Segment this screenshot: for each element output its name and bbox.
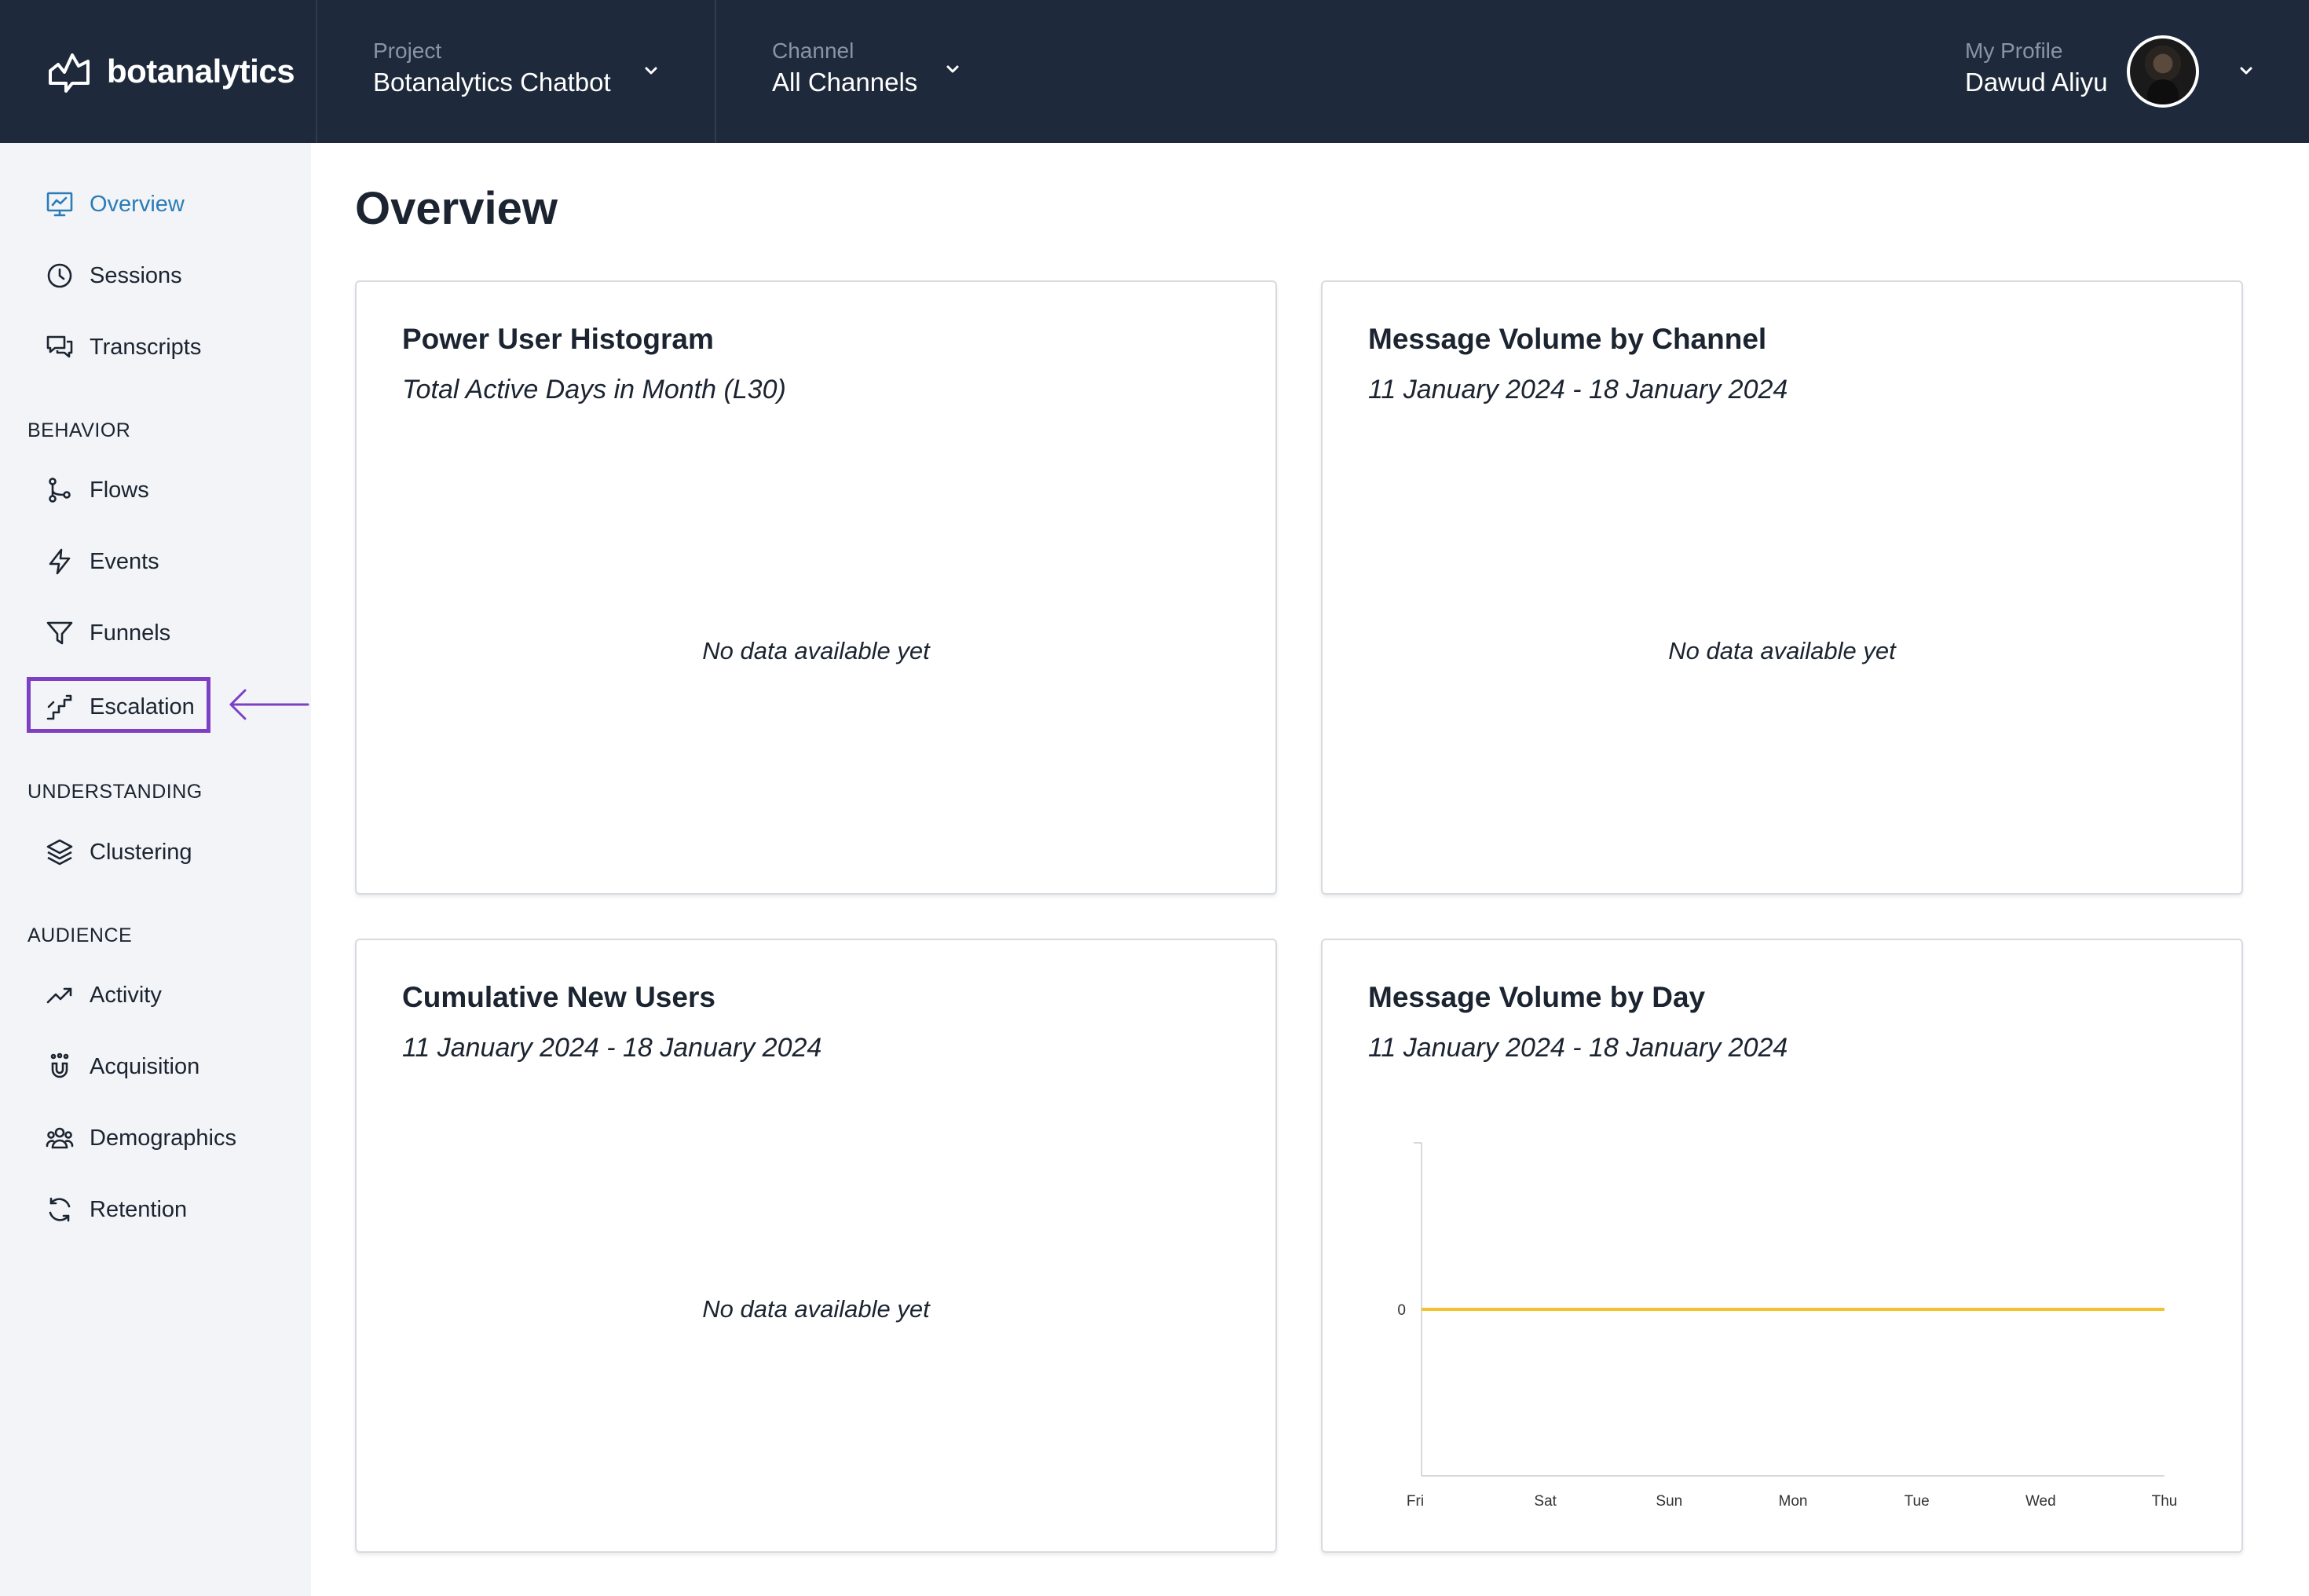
sidebar-item-flows[interactable]: Flows: [46, 468, 149, 512]
avatar[interactable]: [2127, 35, 2199, 108]
card-subtitle: 11 January 2024 - 18 January 2024: [1368, 375, 1788, 404]
project-selector[interactable]: Project Botanalytics Chatbot: [373, 38, 671, 108]
sidebar-item-demographics[interactable]: Demographics: [46, 1116, 236, 1160]
sidebar-item-label: Acquisition: [90, 1053, 200, 1079]
section-title-audience: AUDIENCE: [27, 924, 133, 946]
sidebar-item-label: Retention: [90, 1196, 188, 1222]
sidebar-item-label: Flows: [90, 477, 149, 503]
layers-icon: [46, 839, 73, 866]
empty-state-text: No data available yet: [702, 1295, 930, 1323]
x-tick-label: Thu: [2152, 1493, 2178, 1510]
project-value: Botanalytics Chatbot: [373, 68, 611, 97]
sidebar-item-overview[interactable]: Overview: [46, 182, 185, 226]
chevron-down-icon: [645, 67, 657, 75]
clock-icon: [47, 263, 72, 288]
sidebar-item-label: Overview: [90, 191, 185, 217]
card-subtitle: 11 January 2024 - 18 January 2024: [402, 1033, 822, 1063]
x-tick-label: Sun: [1656, 1493, 1682, 1510]
section-title-understanding: UNDERSTANDING: [27, 781, 203, 803]
refresh-icon: [49, 1197, 71, 1222]
sidebar-item-sessions[interactable]: Sessions: [46, 254, 182, 298]
section-title-behavior: BEHAVIOR: [27, 419, 131, 441]
card-power-user-histogram: Power User Histogram Total Active Days i…: [355, 280, 1277, 895]
channel-selector[interactable]: Channel All Channels: [772, 38, 976, 108]
project-label: Project: [373, 38, 442, 63]
empty-state-text: No data available yet: [1668, 637, 1896, 664]
sidebar-item-label: Activity: [90, 982, 162, 1008]
chevron-down-icon[interactable]: [2237, 61, 2256, 80]
card-subtitle: Total Active Days in Month (L30): [402, 375, 786, 404]
sidebar-item-label: Sessions: [90, 262, 182, 288]
presentation-chart-icon: [46, 192, 73, 217]
arrow-left-icon: [229, 689, 309, 720]
sidebar-item-funnels[interactable]: Funnels: [46, 611, 170, 655]
empty-state-text: No data available yet: [702, 637, 930, 664]
x-tick-label: Sat: [1534, 1493, 1557, 1510]
sidebar-item-transcripts[interactable]: Transcripts: [46, 325, 201, 369]
message-volume-line-chart: 0 Fri Sat Sun Mon Tue Wed Thu: [1397, 1142, 2178, 1510]
trending-up-icon: [46, 987, 72, 1004]
x-tick-label: Mon: [1779, 1493, 1808, 1510]
profile-label: My Profile: [1965, 38, 2063, 63]
app-logo[interactable]: botanalytics: [46, 46, 295, 97]
profile-menu[interactable]: My Profile Dawud Aliyu: [1965, 38, 2122, 108]
chevron-down-icon: [946, 65, 959, 73]
card-message-volume-by-channel: Message Volume by Channel 11 January 202…: [1321, 280, 2243, 895]
card-title: Power User Histogram: [402, 323, 714, 355]
magnet-icon: [50, 1052, 69, 1078]
lightning-icon: [49, 548, 71, 575]
card-cumulative-new-users: Cumulative New Users 11 January 2024 - 1…: [355, 939, 1277, 1553]
profile-name: Dawud Aliyu: [1965, 68, 2108, 97]
header-divider: [715, 0, 716, 143]
sidebar-item-retention[interactable]: Retention: [46, 1188, 187, 1232]
x-tick-label: Wed: [2025, 1493, 2056, 1510]
app-name: botanalytics: [107, 53, 295, 90]
card-message-volume-by-day: Message Volume by Day 11 January 2024 - …: [1321, 939, 2243, 1553]
botanalytics-logo-icon: [49, 53, 90, 93]
x-tick-label: Tue: [1905, 1493, 1930, 1510]
sidebar-item-label: Events: [90, 548, 159, 574]
card-title: Message Volume by Channel: [1368, 323, 1767, 355]
sidebar-item-activity[interactable]: Activity: [46, 973, 162, 1017]
y-tick-label: 0: [1397, 1302, 1406, 1319]
x-tick-label: Fri: [1407, 1493, 1424, 1510]
top-bar: botanalytics Project Botanalytics Chatbo…: [0, 0, 2309, 143]
funnel-icon: [46, 621, 73, 645]
sidebar-item-acquisition[interactable]: Acquisition: [46, 1045, 199, 1089]
flow-branch-icon: [49, 478, 71, 503]
sidebar-item-clustering[interactable]: Clustering: [46, 830, 192, 874]
users-group-icon: [46, 1127, 74, 1149]
header-divider: [316, 0, 317, 143]
sidebar-item-events[interactable]: Events: [46, 540, 159, 584]
sidebar: Overview Sessions Transcripts BEHAVIOR F…: [0, 143, 311, 1596]
page-title: Overview: [355, 183, 558, 234]
events-highlight-annotation: [27, 677, 210, 733]
sidebar-item-label: Demographics: [90, 1125, 236, 1151]
card-title: Cumulative New Users: [402, 981, 715, 1013]
sidebar-item-label: Transcripts: [90, 334, 202, 360]
sidebar-item-label: Funnels: [90, 620, 171, 646]
chat-bubbles-icon: [46, 335, 73, 358]
sidebar-item-label: Clustering: [90, 839, 192, 865]
